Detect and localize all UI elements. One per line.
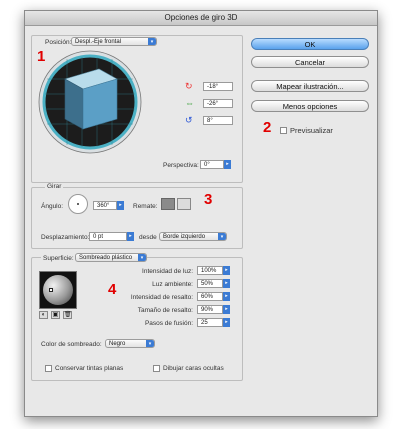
highlight-size-field[interactable]: 90% bbox=[197, 305, 223, 314]
delete-light-button[interactable]: 🗑 bbox=[63, 311, 72, 319]
blend-steps-stepper[interactable]: ▸ bbox=[223, 318, 230, 327]
fewer-options-button[interactable]: Menos opciones bbox=[251, 100, 369, 112]
surface-select[interactable]: Sombreado plástico ▾ bbox=[75, 253, 147, 262]
move-light-back-button[interactable]: ◐ bbox=[39, 311, 48, 319]
hidden-faces-checkbox[interactable] bbox=[153, 365, 160, 372]
preserve-spot-label: Conservar tintas planas bbox=[55, 365, 124, 372]
annotation-marker-3: 3 bbox=[204, 191, 213, 208]
track-cube[interactable] bbox=[37, 49, 143, 155]
chevron-down-icon: ▾ bbox=[146, 340, 154, 347]
from-select[interactable]: Borde izquierdo ▾ bbox=[159, 232, 227, 241]
ambient-light-field[interactable]: 50% bbox=[197, 279, 223, 288]
chevron-down-icon: ▾ bbox=[138, 254, 146, 261]
cap-off-button[interactable] bbox=[177, 198, 191, 210]
preserve-spot-checkbox[interactable] bbox=[45, 365, 52, 372]
lighting-sphere bbox=[43, 275, 73, 305]
blend-steps-field[interactable]: 25 bbox=[197, 318, 223, 327]
position-value: Despl.-Eje frontal bbox=[75, 39, 122, 45]
from-value: Borde izquierdo bbox=[163, 234, 206, 240]
shading-color-select[interactable]: Negro ▾ bbox=[105, 339, 155, 348]
perspective-label: Perspectiva: bbox=[163, 162, 199, 169]
ok-button[interactable]: OK bbox=[251, 38, 369, 50]
x-rotation-field[interactable]: -18° bbox=[203, 82, 233, 91]
cap-on-button[interactable] bbox=[161, 198, 175, 210]
annotation-marker-1: 1 bbox=[37, 48, 46, 65]
z-axis-rotate-icon: ↺ bbox=[185, 115, 193, 125]
map-art-button[interactable]: Mapear ilustración... bbox=[251, 80, 369, 92]
highlight-intensity-stepper[interactable]: ▸ bbox=[223, 292, 230, 301]
from-label: desde bbox=[139, 234, 157, 241]
angle-dial[interactable] bbox=[68, 194, 88, 214]
lighting-sphere-panel[interactable] bbox=[39, 271, 77, 309]
angle-field[interactable]: 360° bbox=[93, 201, 117, 210]
annotation-marker-2: 2 bbox=[263, 119, 272, 136]
z-rotation-field[interactable]: 8° bbox=[203, 116, 233, 125]
angle-label: Ángulo: bbox=[41, 203, 64, 210]
perspective-stepper[interactable]: ▸ bbox=[224, 160, 231, 169]
shading-color-value: Negro bbox=[109, 341, 126, 347]
position-label: Posición: bbox=[45, 39, 72, 46]
cap-label: Remate: bbox=[133, 203, 158, 210]
revolve-title: Girar bbox=[45, 183, 64, 190]
ambient-light-label: Luz ambiente: bbox=[152, 281, 193, 288]
ambient-light-stepper[interactable]: ▸ bbox=[223, 279, 230, 288]
surface-label: Superficie: bbox=[41, 255, 76, 262]
shading-color-label: Color de sombreado: bbox=[41, 341, 102, 348]
dialog-title: Opciones de giro 3D bbox=[25, 11, 377, 26]
new-light-button[interactable]: ▣ bbox=[51, 311, 60, 319]
light-intensity-label: Intensidad de luz: bbox=[142, 268, 193, 275]
angle-dial-dot bbox=[77, 203, 79, 205]
highlight-intensity-field[interactable]: 60% bbox=[197, 292, 223, 301]
offset-stepper[interactable]: ▸ bbox=[127, 232, 134, 241]
blend-steps-label: Pasos de fusión: bbox=[144, 320, 193, 327]
perspective-field[interactable]: 0° bbox=[200, 160, 224, 169]
cancel-button[interactable]: Cancelar bbox=[251, 56, 369, 68]
highlight-size-label: Tamaño de resalto: bbox=[137, 307, 193, 314]
preview-checkbox[interactable] bbox=[280, 127, 287, 134]
rotate-3d-options-dialog: Opciones de giro 3D Posición: Despl.-Eje… bbox=[24, 10, 378, 417]
light-source-handle[interactable] bbox=[49, 288, 53, 292]
hidden-faces-label: Dibujar caras ocultas bbox=[163, 365, 224, 372]
light-intensity-stepper[interactable]: ▸ bbox=[223, 266, 230, 275]
preview-label: Previsualizar bbox=[290, 126, 333, 135]
highlight-size-stepper[interactable]: ▸ bbox=[223, 305, 230, 314]
chevron-down-icon: ▾ bbox=[148, 38, 156, 45]
chevron-down-icon: ▾ bbox=[218, 233, 226, 240]
position-select[interactable]: Despl.-Eje frontal ▾ bbox=[71, 37, 157, 46]
highlight-intensity-label: Intensidad de resalto: bbox=[130, 294, 193, 301]
light-intensity-field[interactable]: 100% bbox=[197, 266, 223, 275]
x-axis-rotate-icon: ↻ bbox=[185, 81, 193, 91]
y-rotation-field[interactable]: -26° bbox=[203, 99, 233, 108]
offset-label: Desplazamiento: bbox=[41, 234, 90, 241]
y-axis-rotate-icon: ⇔ bbox=[185, 98, 194, 108]
angle-stepper[interactable]: ▸ bbox=[117, 201, 124, 210]
offset-field[interactable]: 0 pt bbox=[89, 232, 127, 241]
annotation-marker-4: 4 bbox=[108, 281, 117, 298]
surface-value: Sombreado plástico bbox=[79, 255, 133, 261]
